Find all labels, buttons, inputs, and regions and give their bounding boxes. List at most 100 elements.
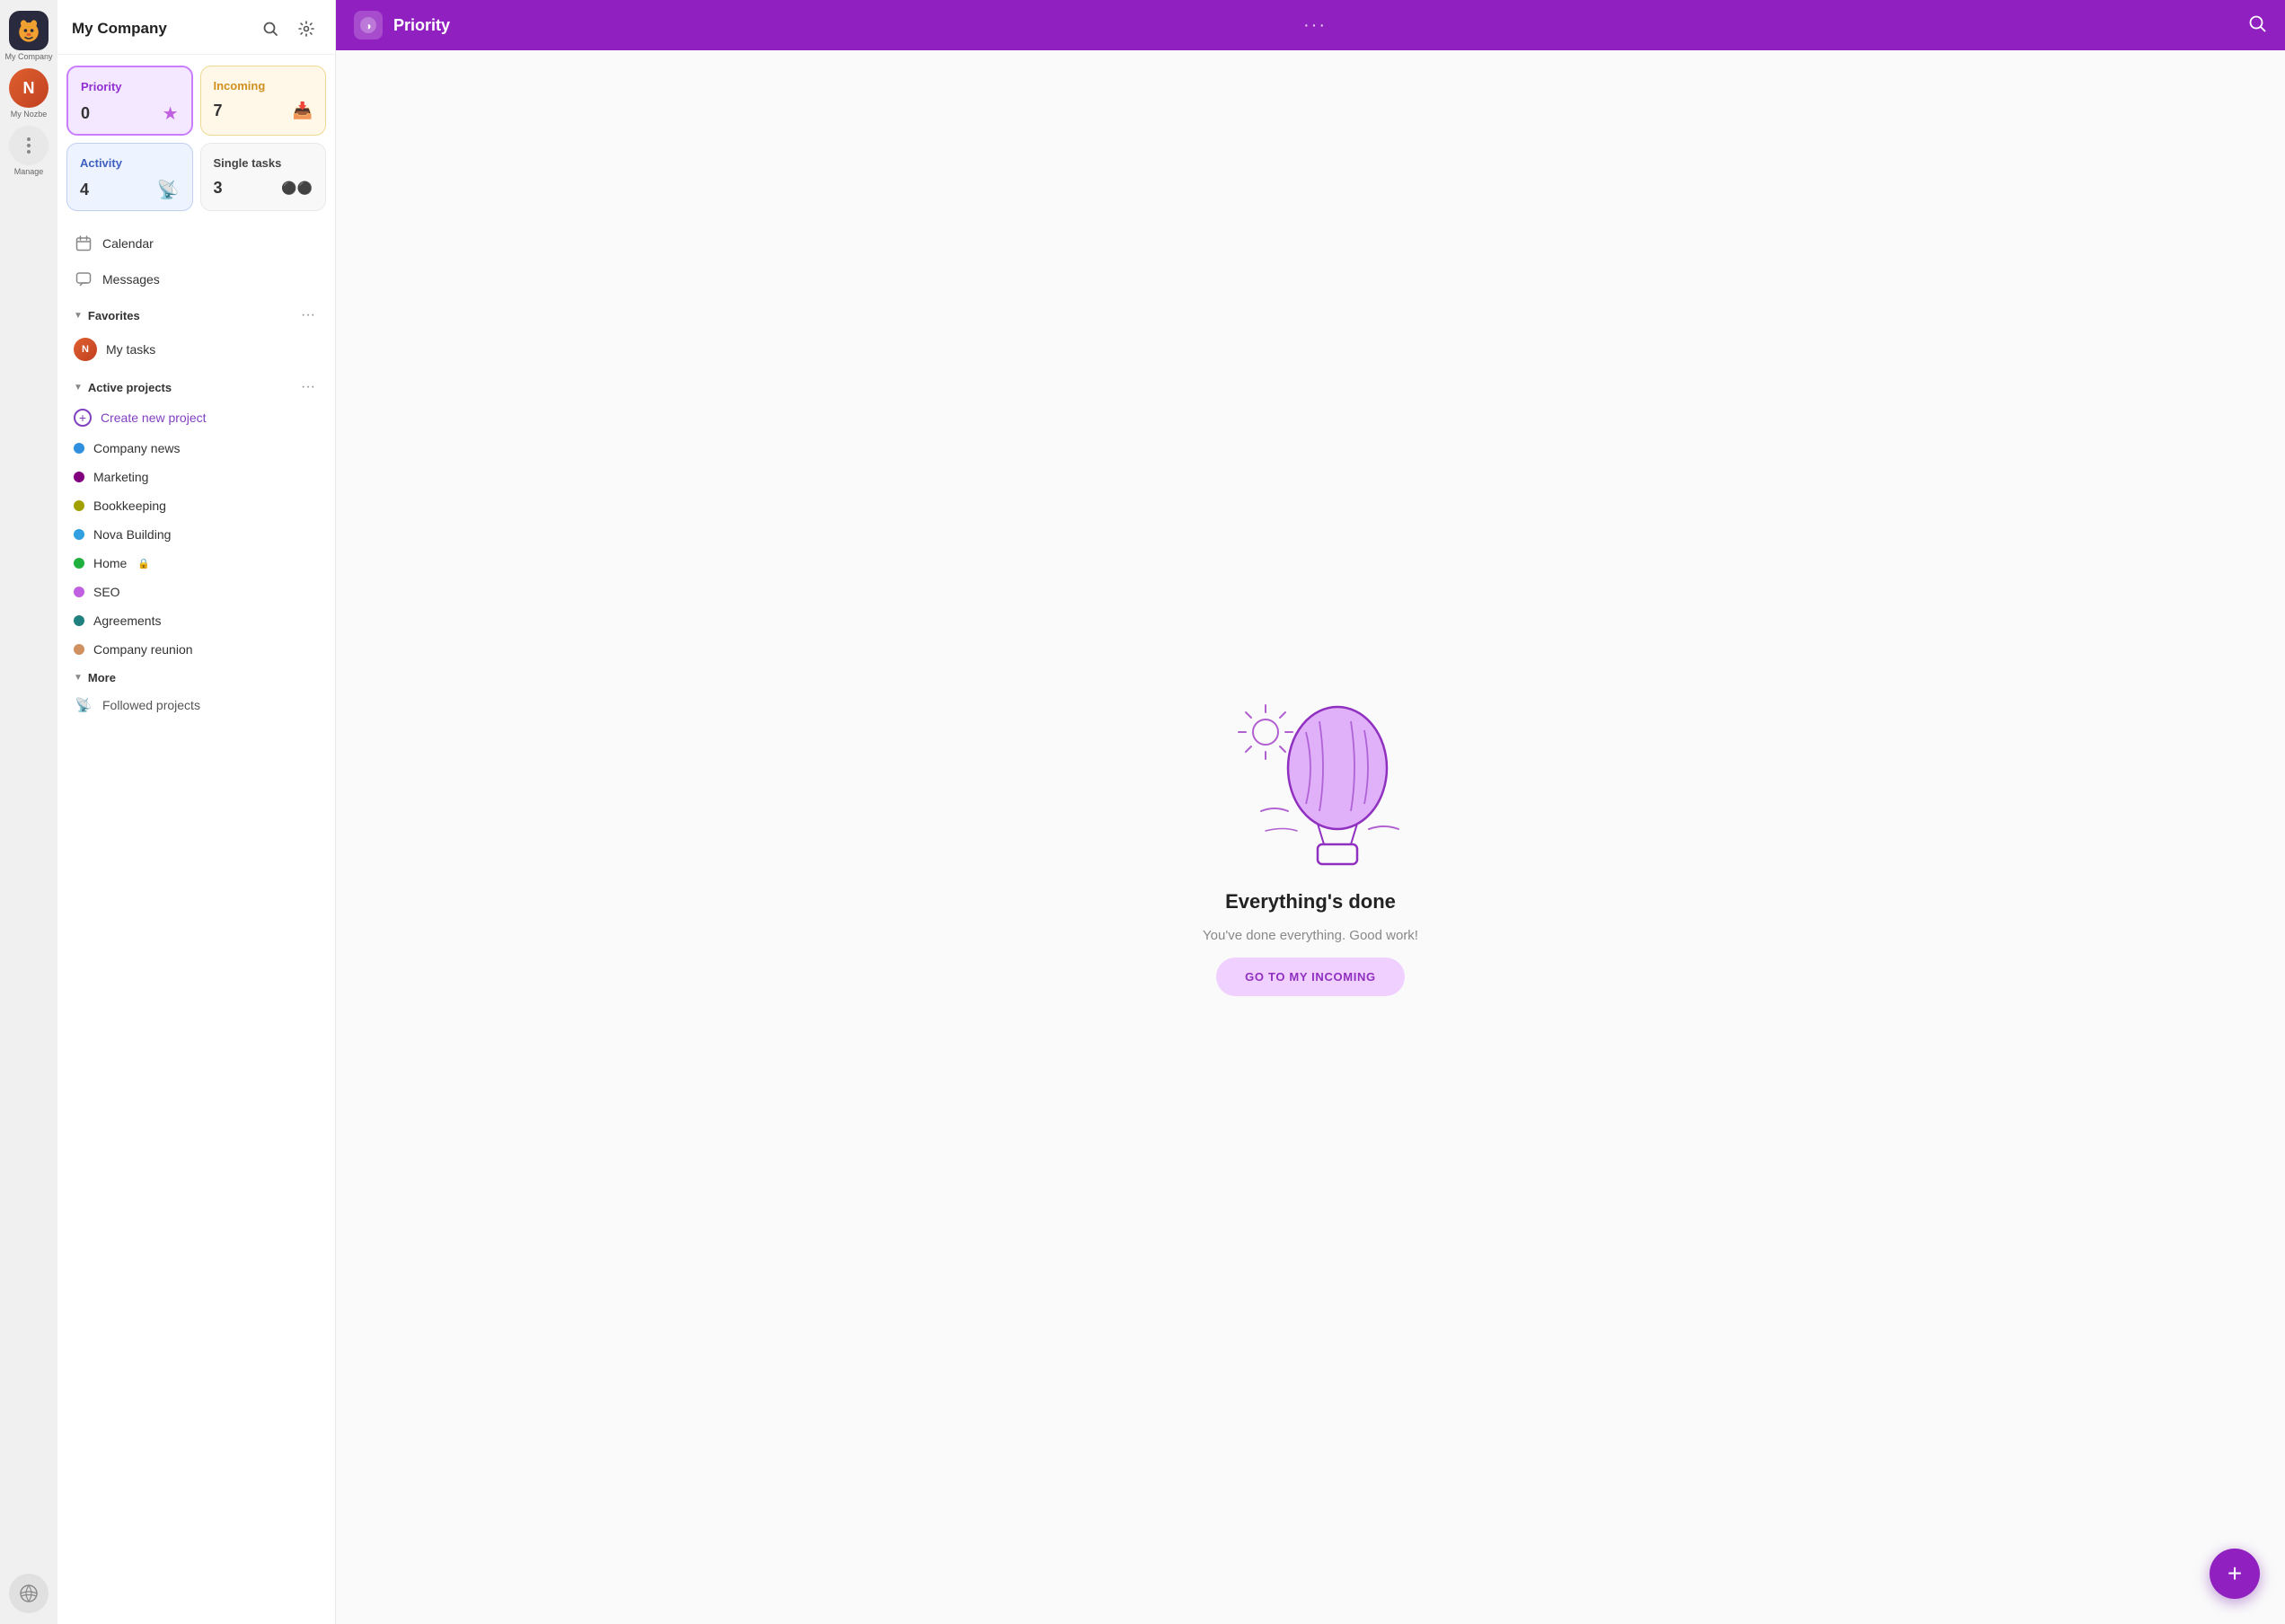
favorites-more-button[interactable]: ···	[297, 304, 319, 326]
app-logo[interactable]	[9, 11, 49, 50]
fab-add-button[interactable]: +	[2210, 1549, 2260, 1599]
favorites-chevron: ▼	[74, 311, 83, 321]
tile-priority-icon: ★	[163, 102, 179, 125]
tile-incoming-label: Incoming	[214, 79, 313, 93]
project-label-home: Home	[93, 556, 127, 570]
tile-single-tasks[interactable]: Single tasks 3 ⚫⚫	[200, 143, 327, 211]
project-dot-agreements	[74, 615, 84, 626]
tile-activity-count: 4	[80, 181, 89, 199]
rail-user-item[interactable]: N My Nozbe	[9, 68, 49, 119]
main-content: ◑ Priority ···	[336, 0, 2285, 1624]
svg-text:◑: ◑	[365, 20, 371, 32]
active-projects-chevron: ▼	[74, 383, 83, 393]
tile-priority[interactable]: Priority 0 ★	[66, 66, 193, 136]
tiles-grid: Priority 0 ★ Incoming 7 📥 Activity 4 📡	[66, 66, 326, 211]
followed-projects-label: Followed projects	[102, 698, 200, 712]
tile-activity-icon: 📡	[157, 179, 180, 201]
project-dot-marketing	[74, 472, 84, 482]
favorites-title: Favorites	[88, 309, 140, 322]
sidebar-title: My Company	[72, 20, 167, 38]
tile-single-icon: ⚫⚫	[281, 181, 313, 196]
sidebar-scroll: Priority 0 ★ Incoming 7 📥 Activity 4 📡	[57, 55, 335, 1624]
nav-calendar[interactable]: Calendar	[66, 225, 326, 261]
project-dot-company-news	[74, 443, 84, 454]
empty-subtitle: You've done everything. Good work!	[1203, 928, 1418, 943]
more-section-header[interactable]: ▼ More	[66, 664, 326, 688]
rail-manage-item[interactable]: Manage	[9, 126, 49, 176]
project-label-nova-building: Nova Building	[93, 527, 171, 542]
tile-incoming-icon: 📥	[293, 102, 313, 120]
tile-priority-count: 0	[81, 104, 90, 123]
project-dot-home	[74, 558, 84, 569]
create-project-icon: +	[74, 409, 92, 427]
manage-button[interactable]	[9, 126, 49, 165]
home-lock-icon: 🔒	[137, 558, 150, 569]
world-icon[interactable]	[9, 1574, 49, 1613]
create-new-project[interactable]: + Create new project	[66, 402, 326, 434]
tile-priority-label: Priority	[81, 80, 179, 93]
project-dot-seo	[74, 587, 84, 597]
tile-single-count: 3	[214, 179, 223, 198]
tile-activity[interactable]: Activity 4 📡	[66, 143, 193, 211]
project-bookkeeping[interactable]: Bookkeeping	[66, 491, 326, 520]
project-company-news[interactable]: Company news	[66, 434, 326, 463]
go-to-incoming-button[interactable]: GO TO MY INCOMING	[1216, 958, 1405, 996]
fav-my-tasks-label: My tasks	[106, 342, 155, 357]
rail-app-label: My Company	[4, 52, 52, 61]
project-label-company-news: Company news	[93, 441, 181, 455]
project-label-seo: SEO	[93, 585, 120, 599]
more-chevron: ▼	[74, 673, 83, 683]
rail-app-item[interactable]: My Company	[4, 11, 52, 61]
calendar-icon	[74, 234, 93, 253]
active-projects-section-header[interactable]: ▼ Active projects ···	[66, 369, 326, 402]
active-projects-more-button[interactable]: ···	[297, 376, 319, 398]
project-seo[interactable]: SEO	[66, 578, 326, 606]
project-dot-company-reunion	[74, 644, 84, 655]
tile-incoming-count: 7	[214, 102, 223, 120]
settings-button[interactable]	[292, 14, 321, 43]
messages-icon	[74, 269, 93, 289]
my-tasks-avatar: N	[74, 338, 97, 361]
project-nova-building[interactable]: Nova Building	[66, 520, 326, 549]
tile-activity-label: Activity	[80, 156, 180, 170]
topbar: ◑ Priority ···	[336, 0, 2285, 50]
fab-plus-icon: +	[2228, 1559, 2242, 1588]
more-title: More	[88, 671, 116, 684]
empty-title: Everything's done	[1225, 890, 1396, 914]
sidebar-header-icons	[256, 14, 321, 43]
followed-projects-item[interactable]: 📡 Followed projects	[66, 688, 326, 722]
project-label-bookkeeping: Bookkeeping	[93, 499, 166, 513]
project-label-company-reunion: Company reunion	[93, 642, 193, 657]
project-company-reunion[interactable]: Company reunion	[66, 635, 326, 664]
topbar-search-button[interactable]	[2247, 13, 2267, 38]
rail-manage-label: Manage	[14, 167, 44, 176]
balloon-illustration	[1212, 678, 1409, 876]
rail-user-label: My Nozbe	[11, 110, 48, 119]
sidebar-scroll-wrapper: Priority 0 ★ Incoming 7 📥 Activity 4 📡	[57, 55, 335, 1624]
project-label-agreements: Agreements	[93, 613, 161, 628]
project-marketing[interactable]: Marketing	[66, 463, 326, 491]
search-button[interactable]	[256, 14, 285, 43]
empty-state: Everything's done You've done everything…	[336, 50, 2285, 1624]
nav-messages[interactable]: Messages	[66, 261, 326, 297]
sidebar-header: My Company	[57, 0, 335, 55]
icon-rail: My Company N My Nozbe Manage	[0, 0, 57, 1624]
active-projects-title: Active projects	[88, 381, 172, 394]
topbar-ellipsis-button[interactable]: ···	[1303, 15, 1327, 36]
create-project-label: Create new project	[101, 410, 207, 425]
three-dots-icon	[27, 137, 31, 154]
tile-single-label: Single tasks	[214, 156, 313, 170]
project-home[interactable]: Home 🔒	[66, 549, 326, 578]
favorites-section-header[interactable]: ▼ Favorites ···	[66, 297, 326, 330]
user-avatar[interactable]: N	[9, 68, 49, 108]
project-agreements[interactable]: Agreements	[66, 606, 326, 635]
rail-settings-item[interactable]	[9, 1574, 49, 1613]
sidebar: My Company Priority 0 ★ Incoming	[57, 0, 336, 1624]
topbar-title: Priority	[393, 16, 1292, 35]
calendar-label: Calendar	[102, 236, 154, 251]
fav-my-tasks[interactable]: N My tasks	[66, 330, 326, 369]
topbar-app-icon: ◑	[354, 11, 383, 40]
project-dot-bookkeeping	[74, 500, 84, 511]
tile-incoming[interactable]: Incoming 7 📥	[200, 66, 327, 136]
project-label-marketing: Marketing	[93, 470, 148, 484]
